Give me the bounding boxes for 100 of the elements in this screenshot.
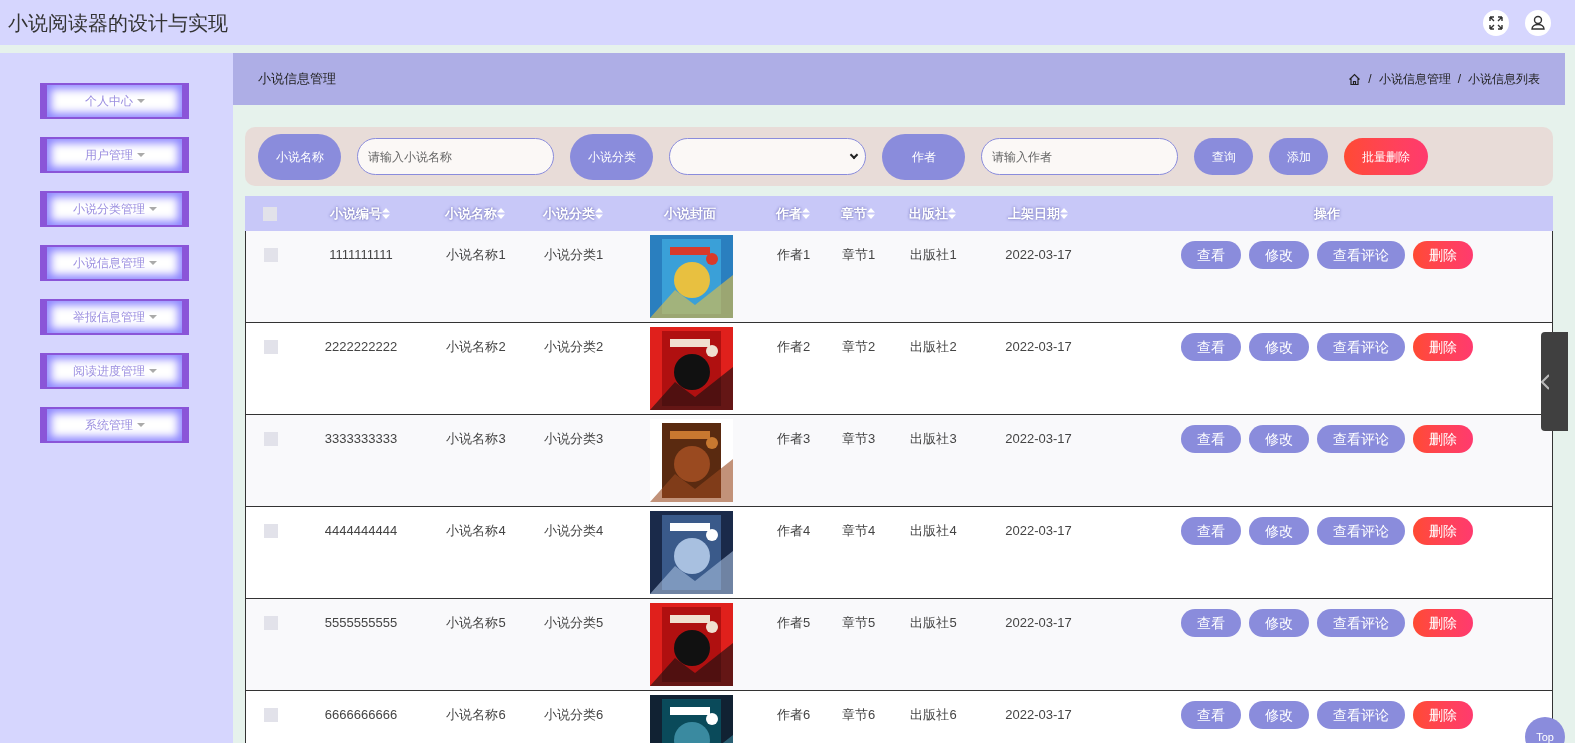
action-button[interactable]: 查看 xyxy=(1180,425,1241,453)
sidebar-menu-button[interactable]: 小说分类管理 xyxy=(40,191,189,227)
action-button[interactable]: 修改 xyxy=(1248,333,1309,361)
sidebar-menu-button[interactable]: 系统管理 xyxy=(40,407,189,443)
caret-icon xyxy=(136,99,145,103)
sidebar-menu-button[interactable]: 用户管理 xyxy=(40,137,189,173)
user-icon[interactable] xyxy=(1525,9,1551,36)
table-cell: 小说分类1 xyxy=(543,247,604,262)
table-cell: 作者2 xyxy=(776,339,811,354)
toolbar-button[interactable]: 添加 xyxy=(1269,138,1328,175)
action-button[interactable]: 修改 xyxy=(1248,425,1309,453)
checkbox[interactable] xyxy=(264,524,278,538)
caret-icon xyxy=(136,423,145,427)
action-button[interactable]: 修改 xyxy=(1248,517,1309,545)
table-cell: 2022-03-17 xyxy=(1005,615,1072,630)
table-cell: 章节4 xyxy=(841,523,876,538)
table-cell: 小说名称1 xyxy=(446,247,506,262)
action-button[interactable]: 查看 xyxy=(1180,609,1241,637)
table-cell: 小说名称5 xyxy=(446,615,506,630)
table-cell: 4444444444 xyxy=(324,523,398,538)
delete-button[interactable]: 删除 xyxy=(1412,609,1473,637)
drawer-handle[interactable] xyxy=(1541,332,1568,431)
action-button[interactable]: 修改 xyxy=(1248,609,1309,637)
table-cell: 2022-03-17 xyxy=(1005,523,1072,538)
table-cell: 作者3 xyxy=(776,431,811,446)
delete-button[interactable]: 删除 xyxy=(1412,333,1473,361)
back-to-top-button[interactable]: Top xyxy=(1525,717,1565,743)
action-button[interactable]: 查看 xyxy=(1180,517,1241,545)
table-cell: 3333333333 xyxy=(324,431,398,446)
table-cell: 2022-03-17 xyxy=(1005,431,1072,446)
action-button[interactable]: 查看评论 xyxy=(1316,241,1405,269)
action-button[interactable]: 查看评论 xyxy=(1316,701,1405,729)
sort-icon[interactable] xyxy=(866,208,875,219)
action-button[interactable]: 查看 xyxy=(1180,333,1241,361)
action-button[interactable]: 查看评论 xyxy=(1316,333,1405,361)
category-select[interactable] xyxy=(669,138,866,175)
caret-icon xyxy=(148,207,157,211)
action-button[interactable]: 查看 xyxy=(1180,241,1241,269)
table-cell: 作者5 xyxy=(776,615,811,630)
sort-icon[interactable] xyxy=(594,208,603,219)
action-button[interactable]: 查看评论 xyxy=(1316,425,1405,453)
action-button[interactable]: 修改 xyxy=(1248,241,1309,269)
table-cell: 章节5 xyxy=(841,615,876,630)
table-cell: 2022-03-17 xyxy=(1005,707,1072,722)
action-button[interactable]: 查看 xyxy=(1180,701,1241,729)
table-cell: 出版社2 xyxy=(910,339,957,354)
table-cell: 出版社4 xyxy=(910,523,957,538)
table-cell: 5555555555 xyxy=(324,615,398,630)
breadcrumb-link[interactable]: 小说信息列表 xyxy=(1468,70,1540,88)
table-cell: 作者1 xyxy=(776,247,811,262)
table-cell: 章节1 xyxy=(841,247,876,262)
checkbox[interactable] xyxy=(264,340,278,354)
table-cell: 小说分类4 xyxy=(543,523,604,538)
sort-icon[interactable] xyxy=(382,208,390,219)
sidebar-menu-button[interactable]: 举报信息管理 xyxy=(40,299,189,335)
text-input-field[interactable]: 请输入小说名称 xyxy=(357,138,554,175)
caret-icon xyxy=(148,369,157,373)
app-title: 小说阅读器的设计与实现 xyxy=(8,10,228,36)
action-button[interactable]: 修改 xyxy=(1248,701,1309,729)
table-cell: 小说名称3 xyxy=(446,431,506,446)
caret-icon xyxy=(136,153,145,157)
delete-button[interactable]: 删除 xyxy=(1412,517,1473,545)
table-cell: 出版社6 xyxy=(910,707,957,722)
table-cell: 6666666666 xyxy=(324,707,398,722)
table-cell: 2022-03-17 xyxy=(1005,247,1072,262)
table-cell: 2022-03-17 xyxy=(1005,339,1072,354)
table-cell: 小说分类5 xyxy=(543,615,604,630)
action-button[interactable]: 查看评论 xyxy=(1316,517,1405,545)
sidebar-menu-button[interactable]: 小说信息管理 xyxy=(40,245,189,281)
table-cell: 小说名称4 xyxy=(446,523,506,538)
action-button[interactable]: 查看评论 xyxy=(1316,609,1405,637)
home-icon[interactable] xyxy=(1348,72,1362,86)
sort-icon[interactable] xyxy=(497,208,505,219)
toolbar-button[interactable]: 查询 xyxy=(1194,138,1253,175)
sort-icon[interactable] xyxy=(801,208,810,219)
fullscreen-icon[interactable] xyxy=(1483,9,1509,36)
caret-icon xyxy=(148,261,157,265)
chevron-left-icon xyxy=(1541,373,1549,390)
breadcrumb-link[interactable]: 小说信息管理 xyxy=(1378,70,1451,88)
table-cell: 章节3 xyxy=(841,431,876,446)
checkbox[interactable] xyxy=(264,708,278,722)
table-cell: 小说分类2 xyxy=(543,339,604,354)
sort-icon[interactable] xyxy=(948,208,956,219)
delete-button[interactable]: 删除 xyxy=(1412,701,1473,729)
table-cell: 作者4 xyxy=(776,523,811,538)
delete-button[interactable]: 删除 xyxy=(1412,425,1473,453)
table-cell: 小说分类3 xyxy=(543,431,604,446)
table-cell: 作者6 xyxy=(776,707,811,722)
table-cell: 小说名称6 xyxy=(446,707,506,722)
batch-delete-button[interactable]: 批量删除 xyxy=(1344,138,1428,175)
sidebar-menu-button[interactable]: 阅读进度管理 xyxy=(40,353,189,389)
table-cell: 2222222222 xyxy=(324,339,398,354)
sidebar-menu-button[interactable]: 个人中心 xyxy=(40,83,189,119)
checkbox[interactable] xyxy=(263,206,277,221)
delete-button[interactable]: 删除 xyxy=(1412,241,1473,269)
sort-icon[interactable] xyxy=(1059,208,1068,219)
table-cell: 出版社5 xyxy=(910,615,957,630)
table-cell: 章节2 xyxy=(841,339,876,354)
text-input-field[interactable]: 请输入作者 xyxy=(981,138,1178,175)
caret-icon xyxy=(148,315,157,319)
